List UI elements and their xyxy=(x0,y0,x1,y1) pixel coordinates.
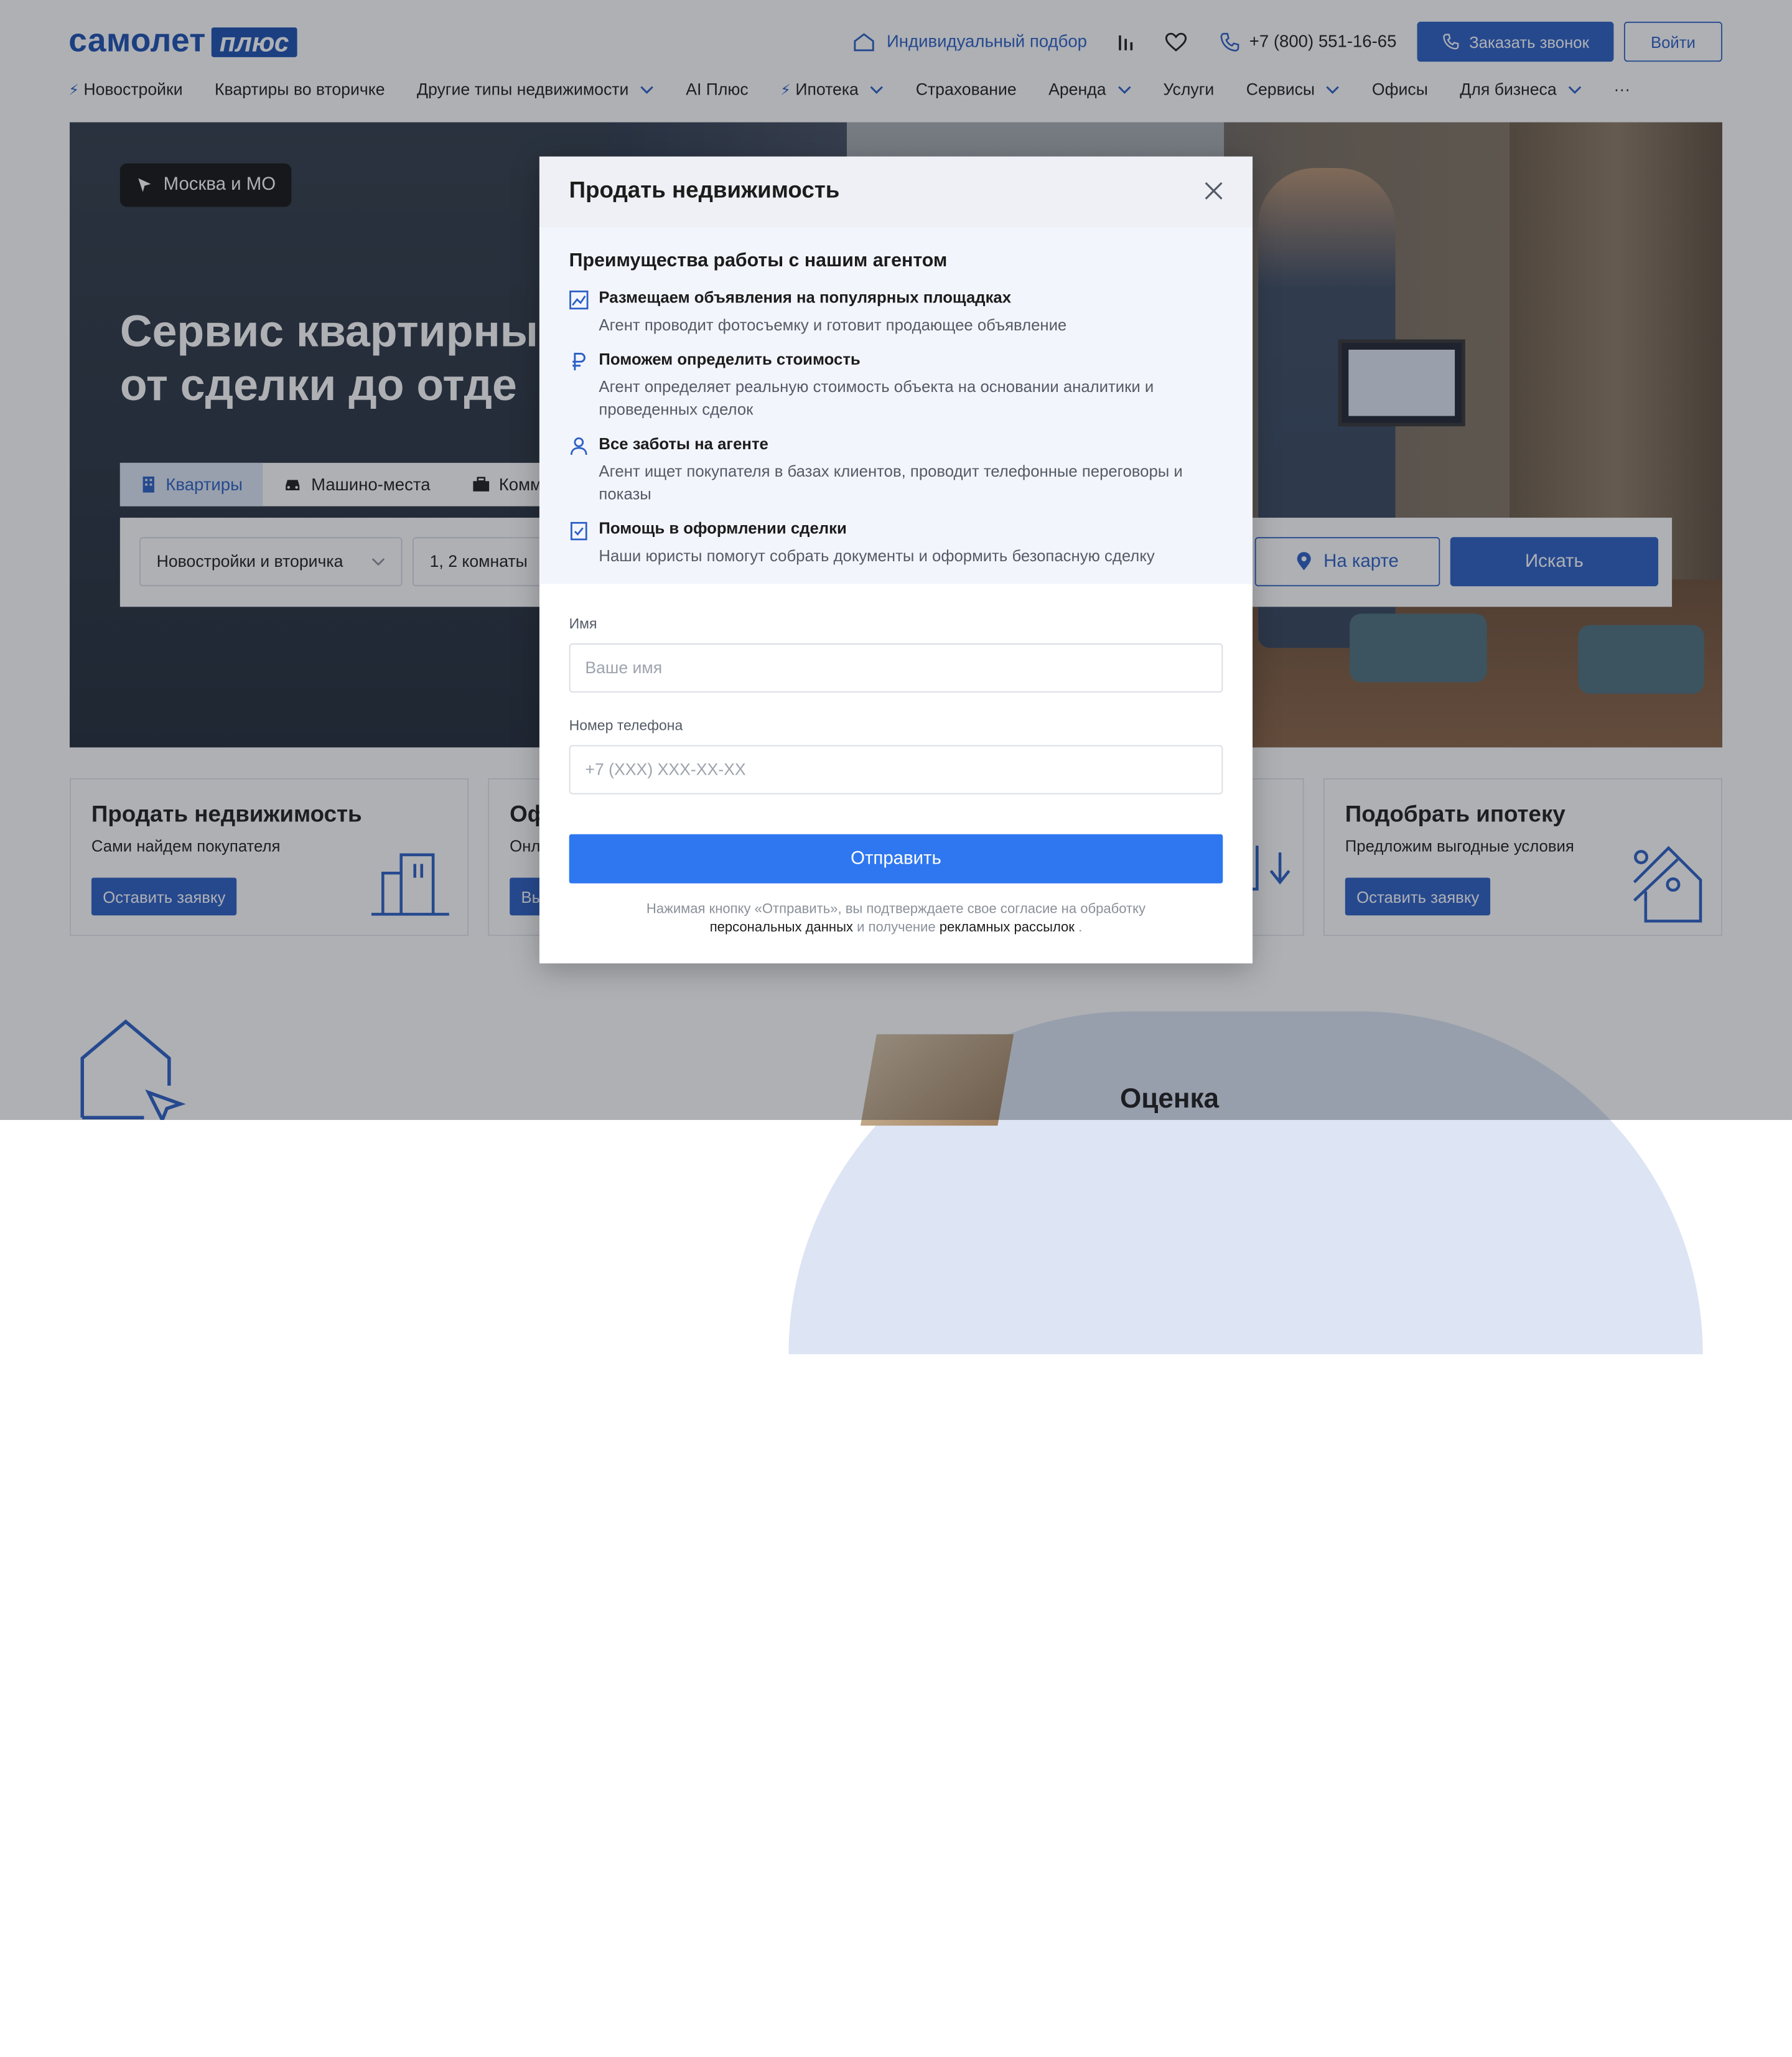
ruble-icon xyxy=(572,352,586,371)
benefit-text: Агент ищет покупателя в базах клиентов, … xyxy=(599,462,1183,503)
benefit-heading: Помощь в оформлении сделки xyxy=(599,518,847,538)
name-label: Имя xyxy=(569,615,597,632)
benefit-heading: Все заботы на агенте xyxy=(599,434,768,453)
name-input[interactable] xyxy=(569,643,1223,693)
page-root: самолет плюс Индивидуальный подбор +7 (8… xyxy=(0,0,1792,2057)
benefit-heading: Размещаем объявления на популярных площа… xyxy=(599,287,1012,307)
benefit-text: Наши юристы помогут собрать документы и … xyxy=(599,546,1155,565)
benefit-text: Агент определяет реальную стоимость объе… xyxy=(599,377,1154,419)
image-icon xyxy=(569,290,589,310)
phone-input[interactable] xyxy=(569,745,1223,795)
modal-header: Продать недвижимость xyxy=(539,156,1253,229)
phone-label: Номер телефона xyxy=(569,717,683,734)
personal-data-link[interactable]: персональных данных xyxy=(710,919,853,935)
document-check-icon xyxy=(570,521,587,541)
consent-text-part: и получение xyxy=(852,918,940,935)
consent-text-part: . xyxy=(1074,918,1083,935)
consent-text: Нажимая кнопку «Отправить», вы подтвержд… xyxy=(585,899,1206,936)
sell-property-modal: Продать недвижимость Преимущества работы… xyxy=(539,156,1253,964)
benefit-heading: Поможем определить стоимость xyxy=(599,350,861,368)
person-icon xyxy=(570,437,587,455)
ad-mailing-link[interactable]: рекламных рассылок xyxy=(940,919,1075,935)
benefits-panel: Преимущества работы с нашим агентом Разм… xyxy=(539,227,1253,584)
consent-text-part: Нажимая кнопку «Отправить», вы подтвержд… xyxy=(646,900,1146,917)
benefits-title: Преимущества работы с нашим агентом xyxy=(569,250,948,271)
modal-title: Продать недвижимость xyxy=(569,178,840,203)
submit-button[interactable]: Отправить xyxy=(569,834,1223,884)
close-icon[interactable] xyxy=(1202,179,1225,202)
benefit-text: Агент проводит фотосъемку и готовит прод… xyxy=(599,315,1067,334)
